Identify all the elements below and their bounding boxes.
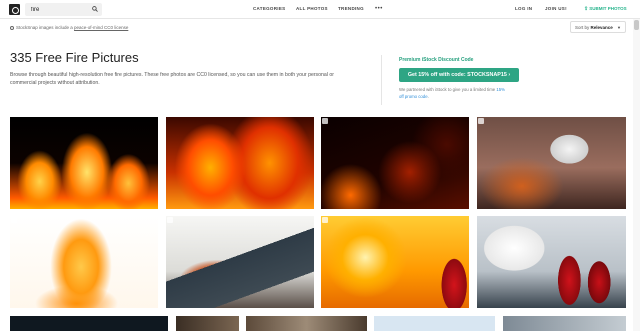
search-bar[interactable] [25,3,102,16]
page-description: Browse through beautiful high-resolution… [10,72,335,86]
submit-photos-button[interactable]: ⇪SUBMIT PHOTOS [584,6,627,12]
promo-note-prefix: We partnered with iStock to give you a l… [399,87,497,92]
photo-badge-icon [167,217,173,223]
nav-login[interactable]: LOG IN [515,6,532,11]
photo-card[interactable] [321,117,469,209]
license-prefix: StockSnap images include a [16,25,75,30]
search-input[interactable] [31,4,91,15]
nav-all-photos[interactable]: ALL PHOTOS [296,6,328,11]
photo-badge-icon [11,217,17,223]
photo-card[interactable] [10,316,168,331]
photo-card[interactable] [166,216,314,308]
photo-card[interactable] [477,216,626,308]
photo-badge-icon [478,118,484,124]
nav-join[interactable]: JOIN US! [545,6,567,11]
photo-badge-icon [322,217,328,223]
photo-badge-icon [322,118,328,124]
upload-arrow-icon: ⇪ [584,6,589,12]
stocksnap-logo-icon[interactable] [9,4,20,15]
photo-card[interactable] [374,316,495,331]
photo-card[interactable] [321,216,469,308]
cc0-icon [10,25,14,30]
photo-card[interactable] [477,117,626,209]
page-title: 335 Free Fire Pictures [10,50,139,65]
photo-card[interactable] [503,316,626,331]
promo-note: We partnered with iStock to give you a l… [399,87,509,100]
scrollbar-thumb[interactable] [634,20,639,30]
submit-photos-label: SUBMIT PHOTOS [589,6,627,11]
nav-categories[interactable]: CATEGORIES [253,6,285,11]
chevron-down-icon: ▼ [617,25,621,30]
search-icon[interactable] [92,6,98,12]
top-navbar: CATEGORIES ALL PHOTOS TRENDING ••• LOG I… [0,0,640,19]
promo-button-label: Get 15% off with code: STOCKSNAP15 [407,72,507,78]
photo-card[interactable] [10,117,158,209]
license-link[interactable]: peace-of-mind CC0 license [74,25,128,30]
nav-trending[interactable]: TRENDING [338,6,364,11]
chevron-right-icon: › [508,72,511,78]
photo-card[interactable] [166,117,314,209]
photo-card[interactable] [246,316,367,331]
promo-title: Premium iStock Discount Code [399,57,474,63]
photo-card[interactable] [176,316,239,331]
photo-card[interactable] [10,216,158,308]
scrollbar-track[interactable] [633,19,640,331]
promo-code-button[interactable]: Get 15% off with code: STOCKSNAP15 › [399,68,519,82]
more-dots-icon[interactable]: ••• [375,6,383,12]
divider [381,55,382,105]
sort-dropdown[interactable]: Sort by Relevance ▼ [570,21,626,33]
sort-label: Sort by [575,25,590,30]
sort-value: Relevance [590,25,613,30]
license-notice: StockSnap images include a peace-of-mind… [10,25,128,30]
promo-note-suffix: . [427,93,429,99]
